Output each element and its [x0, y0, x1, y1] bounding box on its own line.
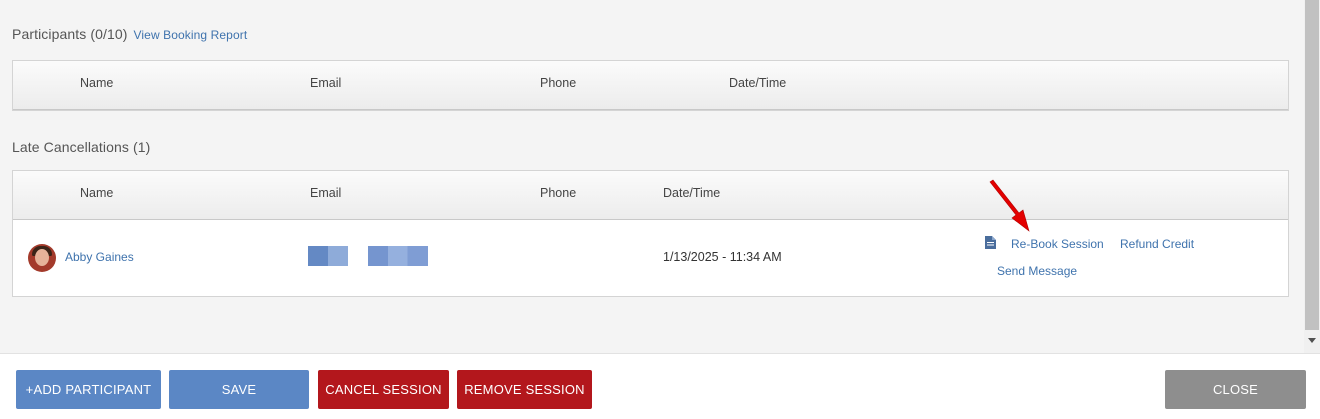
vertical-scrollbar[interactable]: [1304, 0, 1320, 353]
participants-heading: Participants (0/10) View Booking Report: [12, 26, 247, 42]
participants-table: Name Email Phone Date/Time: [12, 60, 1289, 111]
avatar[interactable]: [28, 244, 56, 272]
late-cancellations-table-header: Name Email Phone Date/Time: [13, 171, 1288, 220]
scroll-down-arrow-icon[interactable]: [1308, 338, 1316, 343]
send-message-link[interactable]: Send Message: [997, 264, 1077, 278]
column-header-datetime: Date/Time: [729, 76, 787, 90]
cancel-session-button[interactable]: CANCEL SESSION: [318, 370, 449, 409]
refund-credit-link[interactable]: Refund Credit: [1120, 237, 1194, 251]
view-booking-report-link[interactable]: View Booking Report: [134, 28, 248, 42]
save-button[interactable]: SAVE: [169, 370, 309, 409]
column-header-datetime: Date/Time: [663, 186, 721, 200]
remove-session-button[interactable]: REMOVE SESSION: [457, 370, 592, 409]
redacted-phone: [368, 246, 428, 266]
cancellation-datetime: 1/13/2025 - 11:34 AM: [663, 250, 782, 264]
participants-table-header: Name Email Phone Date/Time: [13, 61, 1288, 110]
column-header-phone: Phone: [540, 186, 577, 200]
add-participant-button[interactable]: +ADD PARTICIPANT: [16, 370, 161, 409]
column-header-name: Name: [80, 186, 114, 200]
column-header-email: Email: [310, 76, 342, 90]
participant-name-link[interactable]: Abby Gaines: [65, 250, 134, 264]
column-header-name: Name: [80, 76, 114, 90]
late-cancellations-heading: Late Cancellations (1): [12, 139, 151, 155]
footer-action-bar: +ADD PARTICIPANT SAVE CANCEL SESSION REM…: [0, 353, 1320, 419]
scrollbar-thumb[interactable]: [1305, 0, 1319, 330]
rebook-session-link[interactable]: Re-Book Session: [1011, 237, 1104, 251]
annotation-arrow-icon: [989, 179, 1030, 232]
table-row: Abby Gaines 1/13/2025 - 11:34 AM Re-Book…: [13, 220, 1288, 296]
session-detail-panel: Participants (0/10) View Booking Report …: [0, 0, 1304, 353]
close-button[interactable]: CLOSE: [1165, 370, 1306, 409]
redacted-email: [308, 246, 348, 266]
column-header-email: Email: [310, 186, 342, 200]
column-header-phone: Phone: [540, 76, 577, 90]
participants-title: Participants (0/10): [12, 26, 128, 42]
document-icon[interactable]: [985, 236, 996, 249]
late-cancellations-table: Name Email Phone Date/Time Abby Gaines 1…: [12, 170, 1289, 297]
